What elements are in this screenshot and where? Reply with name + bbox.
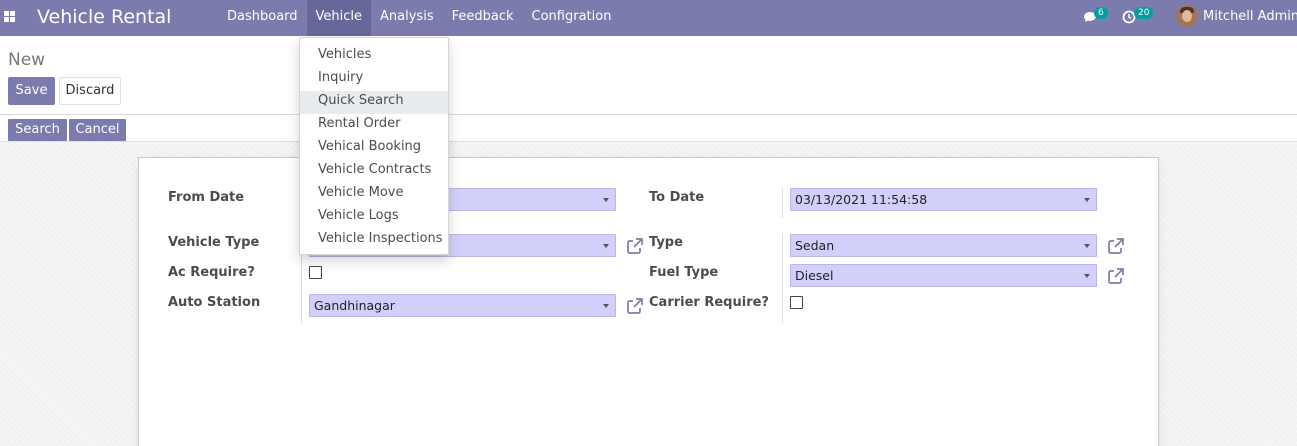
cancel-button[interactable]: Cancel (69, 119, 126, 141)
menu-configration[interactable]: Configration (523, 0, 621, 36)
menu-item-vehicle-logs[interactable]: Vehicle Logs (300, 206, 448, 229)
menu-item-quick-search[interactable]: Quick Search (300, 91, 448, 114)
chevron-down-icon (603, 198, 609, 202)
discard-button[interactable]: Discard (59, 77, 121, 105)
ac-require-label: Ac Require? (168, 265, 255, 280)
main-menu: Dashboard Vehicle Analysis Feedback Conf… (218, 0, 620, 36)
type-label: Type (649, 235, 683, 250)
control-panel-divider (0, 114, 1297, 115)
chevron-down-icon (1084, 198, 1090, 202)
vehicle-type-label: Vehicle Type (168, 235, 260, 250)
menu-feedback[interactable]: Feedback (443, 0, 523, 36)
carrier-require-label: Carrier Require? (649, 295, 769, 310)
menu-item-vehicle-move[interactable]: Vehicle Move (300, 183, 448, 206)
vehicle-dropdown-menu: Vehicles Inquiry Quick Search Rental Ord… (299, 37, 449, 255)
chevron-down-icon (1084, 274, 1090, 278)
external-link-icon[interactable] (626, 297, 644, 315)
chevron-down-icon (603, 304, 609, 308)
ac-require-checkbox[interactable] (309, 266, 322, 279)
menu-item-vehicle-contracts[interactable]: Vehicle Contracts (300, 160, 448, 183)
user-name[interactable]: Mitchell Admin (1203, 9, 1297, 24)
fuel-type-label: Fuel Type (649, 265, 719, 280)
menu-vehicle[interactable]: Vehicle (306, 0, 372, 36)
external-link-icon[interactable] (1107, 267, 1125, 285)
save-button[interactable]: Save (8, 77, 55, 105)
user-avatar[interactable] (1176, 5, 1198, 27)
to-date-value: 03/13/2021 11:54:58 (795, 192, 928, 207)
menu-dashboard[interactable]: Dashboard (218, 0, 307, 36)
type-value: Sedan (795, 238, 835, 253)
chevron-down-icon (1084, 244, 1090, 248)
app-brand[interactable]: Vehicle Rental (37, 6, 171, 28)
breadcrumb: New (8, 50, 46, 70)
external-link-icon[interactable] (626, 237, 644, 255)
menu-item-vehicle-inspections[interactable]: Vehicle Inspections (300, 229, 448, 252)
menu-analysis[interactable]: Analysis (371, 0, 443, 36)
activities-count-badge: 20 (1134, 7, 1154, 19)
menu-item-rental-order[interactable]: Rental Order (300, 114, 448, 137)
to-date-label: To Date (649, 190, 705, 205)
chevron-down-icon (603, 244, 609, 248)
auto-station-value: Gandhinagar (314, 298, 395, 313)
menu-item-vehical-booking[interactable]: Vehical Booking (300, 137, 448, 160)
carrier-require-checkbox[interactable] (790, 296, 803, 309)
menu-item-vehicles[interactable]: Vehicles (300, 45, 448, 68)
search-button[interactable]: Search (8, 119, 67, 141)
from-date-label: From Date (168, 190, 245, 205)
auto-station-label: Auto Station (168, 295, 261, 310)
to-date-field[interactable]: 03/13/2021 11:54:58 (790, 188, 1097, 211)
auto-station-field[interactable]: Gandhinagar (309, 294, 616, 317)
fuel-type-value: Diesel (795, 268, 834, 283)
messages-count-badge: 6 (1094, 7, 1108, 19)
external-link-icon[interactable] (1107, 237, 1125, 255)
statusbar-divider (0, 141, 1297, 142)
menu-item-inquiry[interactable]: Inquiry (300, 68, 448, 91)
fuel-type-field[interactable]: Diesel (790, 264, 1097, 287)
type-field[interactable]: Sedan (790, 234, 1097, 257)
top-navbar: Vehicle Rental Dashboard Vehicle Analysi… (0, 0, 1297, 36)
apps-grid-icon[interactable] (4, 11, 15, 22)
right-fields-divider (782, 233, 783, 323)
to-date-divider (782, 188, 783, 218)
